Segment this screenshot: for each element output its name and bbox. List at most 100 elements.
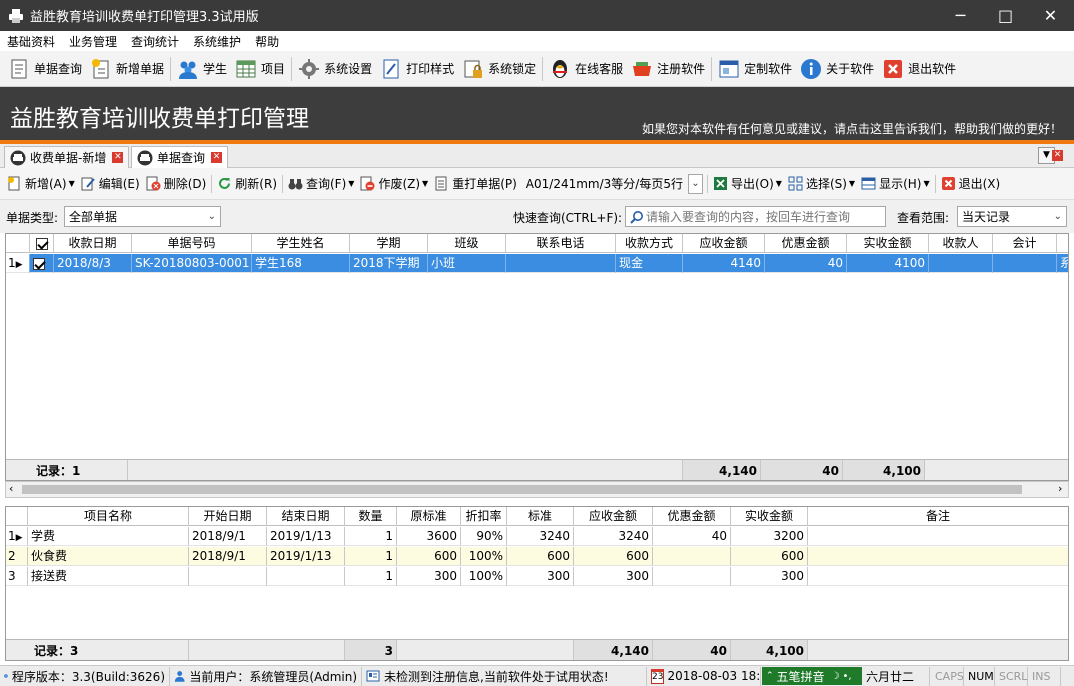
cell-phone (506, 254, 616, 273)
menu-basic[interactable]: 基础资料 (0, 33, 62, 50)
cell-due: 600 (574, 547, 653, 566)
tab-new-receipt[interactable]: 收费单据-新增 ✕ (4, 146, 130, 168)
receipt-type-select[interactable]: 全部单据 ⌄ (64, 206, 221, 227)
col-paid[interactable]: 实收金额 (847, 234, 929, 253)
datetime-status: 23 2018-08-03 18:45: (647, 666, 761, 686)
menu-business[interactable]: 业务管理 (62, 33, 124, 50)
col-paid[interactable]: 实收金额 (731, 507, 808, 526)
scroll-thumb[interactable] (22, 485, 1022, 494)
reprint-icon (435, 176, 447, 191)
col-qty[interactable]: 数量 (345, 507, 397, 526)
void-button[interactable]: 作废(Z) ▼ (357, 172, 431, 196)
cell-discount: 40 (765, 254, 847, 273)
col-due[interactable]: 应收金额 (574, 507, 653, 526)
tab-close-icon[interactable]: ✕ (211, 152, 223, 163)
new-receipt-button[interactable]: 新增单据 (86, 54, 168, 84)
edit-button[interactable]: 编辑(E) (78, 172, 143, 196)
exit-software-button[interactable]: 退出软件 (878, 54, 960, 84)
items-button[interactable]: 项目 (231, 54, 289, 84)
print-format-dropdown[interactable]: ⌄ (687, 173, 703, 194)
scroll-left-icon[interactable]: ‹ (9, 482, 13, 495)
col-item-name[interactable]: 项目名称 (28, 507, 189, 526)
col-term[interactable]: 学期 (350, 234, 428, 253)
summary-spacer (808, 640, 1068, 660)
col-date[interactable]: 收款日期 (54, 234, 132, 253)
registration-status[interactable]: 未检测到注册信息,当前软件处于试用状态! (362, 666, 647, 686)
cell-std: 3240 (507, 527, 574, 546)
quick-search-input[interactable] (646, 209, 881, 224)
export-button[interactable]: 导出(O) ▼ (710, 172, 785, 196)
cell-note (808, 527, 1068, 546)
exit-button[interactable]: 退出(X) (938, 172, 1004, 196)
online-support-button[interactable]: 在线客服 (545, 54, 627, 84)
banner-title: 益胜教育培训收费单打印管理 (10, 106, 309, 132)
col-std[interactable]: 标准 (507, 507, 574, 526)
table-row[interactable]: 3 接送费 1 300 100% 300 300 300 (6, 567, 1068, 586)
menu-help[interactable]: 帮助 (248, 33, 286, 50)
delete-button[interactable]: 删除(D) (143, 172, 210, 196)
row-checkbox[interactable] (30, 254, 54, 273)
view-range-select[interactable]: 当天记录 ⌄ (957, 206, 1067, 227)
custom-software-button[interactable]: 定制软件 (714, 54, 796, 84)
table-row[interactable]: 1▶ 学费 2018/9/1 2019/1/13 1 3600 90% 3240… (6, 527, 1068, 546)
scroll-right-icon[interactable]: › (1058, 482, 1062, 495)
system-lock-button[interactable]: 系统锁定 (458, 54, 540, 84)
system-settings-button[interactable]: 系统设置 (294, 54, 376, 84)
print-style-button[interactable]: 打印样式 (376, 54, 458, 84)
toolbar-separator (706, 174, 708, 193)
reprint-button[interactable]: 重打单据(P) (431, 172, 520, 196)
col-orig-std[interactable]: 原标准 (397, 507, 461, 526)
cell-note (808, 547, 1068, 566)
table-row[interactable]: 1▶ 2018/8/3 SK-20180803-0001 学生168 2018下… (6, 254, 1068, 273)
menu-system[interactable]: 系统维护 (186, 33, 248, 50)
close-all-tabs-icon[interactable]: ✕ (1052, 150, 1063, 161)
col-discount[interactable]: 优惠金额 (765, 234, 847, 253)
edit-icon (81, 177, 95, 191)
col-end-date[interactable]: 结束日期 (267, 507, 345, 526)
cell-due: 4140 (683, 254, 765, 273)
cell-discount (653, 547, 731, 566)
register-software-button[interactable]: 注册软件 (627, 54, 709, 84)
close-red-icon (884, 59, 903, 78)
table-row[interactable]: 2 伙食费 2018/9/1 2019/1/13 1 600 100% 600 … (6, 547, 1068, 566)
col-phone[interactable]: 联系电话 (506, 234, 616, 253)
col-rate[interactable]: 折扣率 (461, 507, 507, 526)
quick-search-box[interactable] (625, 206, 886, 227)
col-student[interactable]: 学生姓名 (252, 234, 350, 253)
about-software-button[interactable]: 关于软件 (796, 54, 878, 84)
refresh-button[interactable]: 刷新(R) (214, 172, 280, 196)
cell-note (808, 567, 1068, 586)
col-class[interactable]: 班级 (428, 234, 506, 253)
query-receipts-button[interactable]: 单据查询 (4, 54, 86, 84)
lunar-date: 六月廿二 (862, 666, 930, 686)
grid-select-icon (788, 176, 803, 191)
col-due[interactable]: 应收金额 (683, 234, 765, 253)
col-method[interactable]: 收款方式 (616, 234, 683, 253)
col-cashier[interactable]: 收款人 (929, 234, 993, 253)
col-discount[interactable]: 优惠金额 (653, 507, 731, 526)
feedback-link[interactable]: 如果您对本软件有任何意见或建议，请点击这里告诉我们，帮助我们做的更好！ (642, 120, 1062, 137)
horizontal-scrollbar[interactable]: ‹ › (5, 481, 1069, 498)
col-start-date[interactable]: 开始日期 (189, 507, 267, 526)
close-red-icon (941, 177, 955, 190)
display-button[interactable]: 显示(H) ▼ (858, 172, 933, 196)
ime-indicator[interactable]: ⌃ 五笔拼音 ☽ •, (762, 667, 862, 685)
maximize-button[interactable]: □ (983, 0, 1028, 31)
tab-close-icon[interactable]: ✕ (112, 152, 124, 163)
query-button[interactable]: 查询(F) ▼ (285, 172, 357, 196)
menu-bar: 基础资料 业务管理 查询统计 系统维护 帮助 (0, 31, 1074, 51)
document-tab-bar: 收费单据-新增 ✕ 单据查询 ✕ ▼ ✕ (0, 144, 1074, 168)
select-button[interactable]: 选择(S) ▼ (785, 172, 858, 196)
col-receipt-no[interactable]: 单据号码 (132, 234, 252, 253)
col-note[interactable]: 备注 (808, 507, 1068, 526)
minimize-button[interactable]: ─ (938, 0, 983, 31)
cell-cashier (929, 254, 993, 273)
select-all-checkbox[interactable] (30, 234, 54, 253)
menu-stats[interactable]: 查询统计 (124, 33, 186, 50)
close-button[interactable]: ✕ (1028, 0, 1073, 31)
students-button[interactable]: 学生 (173, 54, 231, 84)
add-button[interactable]: 新增(A) ▼ (4, 172, 78, 196)
tab-receipt-query[interactable]: 单据查询 ✕ (131, 146, 229, 168)
new-document-icon (92, 58, 109, 78)
col-accountant[interactable]: 会计 (993, 234, 1057, 253)
